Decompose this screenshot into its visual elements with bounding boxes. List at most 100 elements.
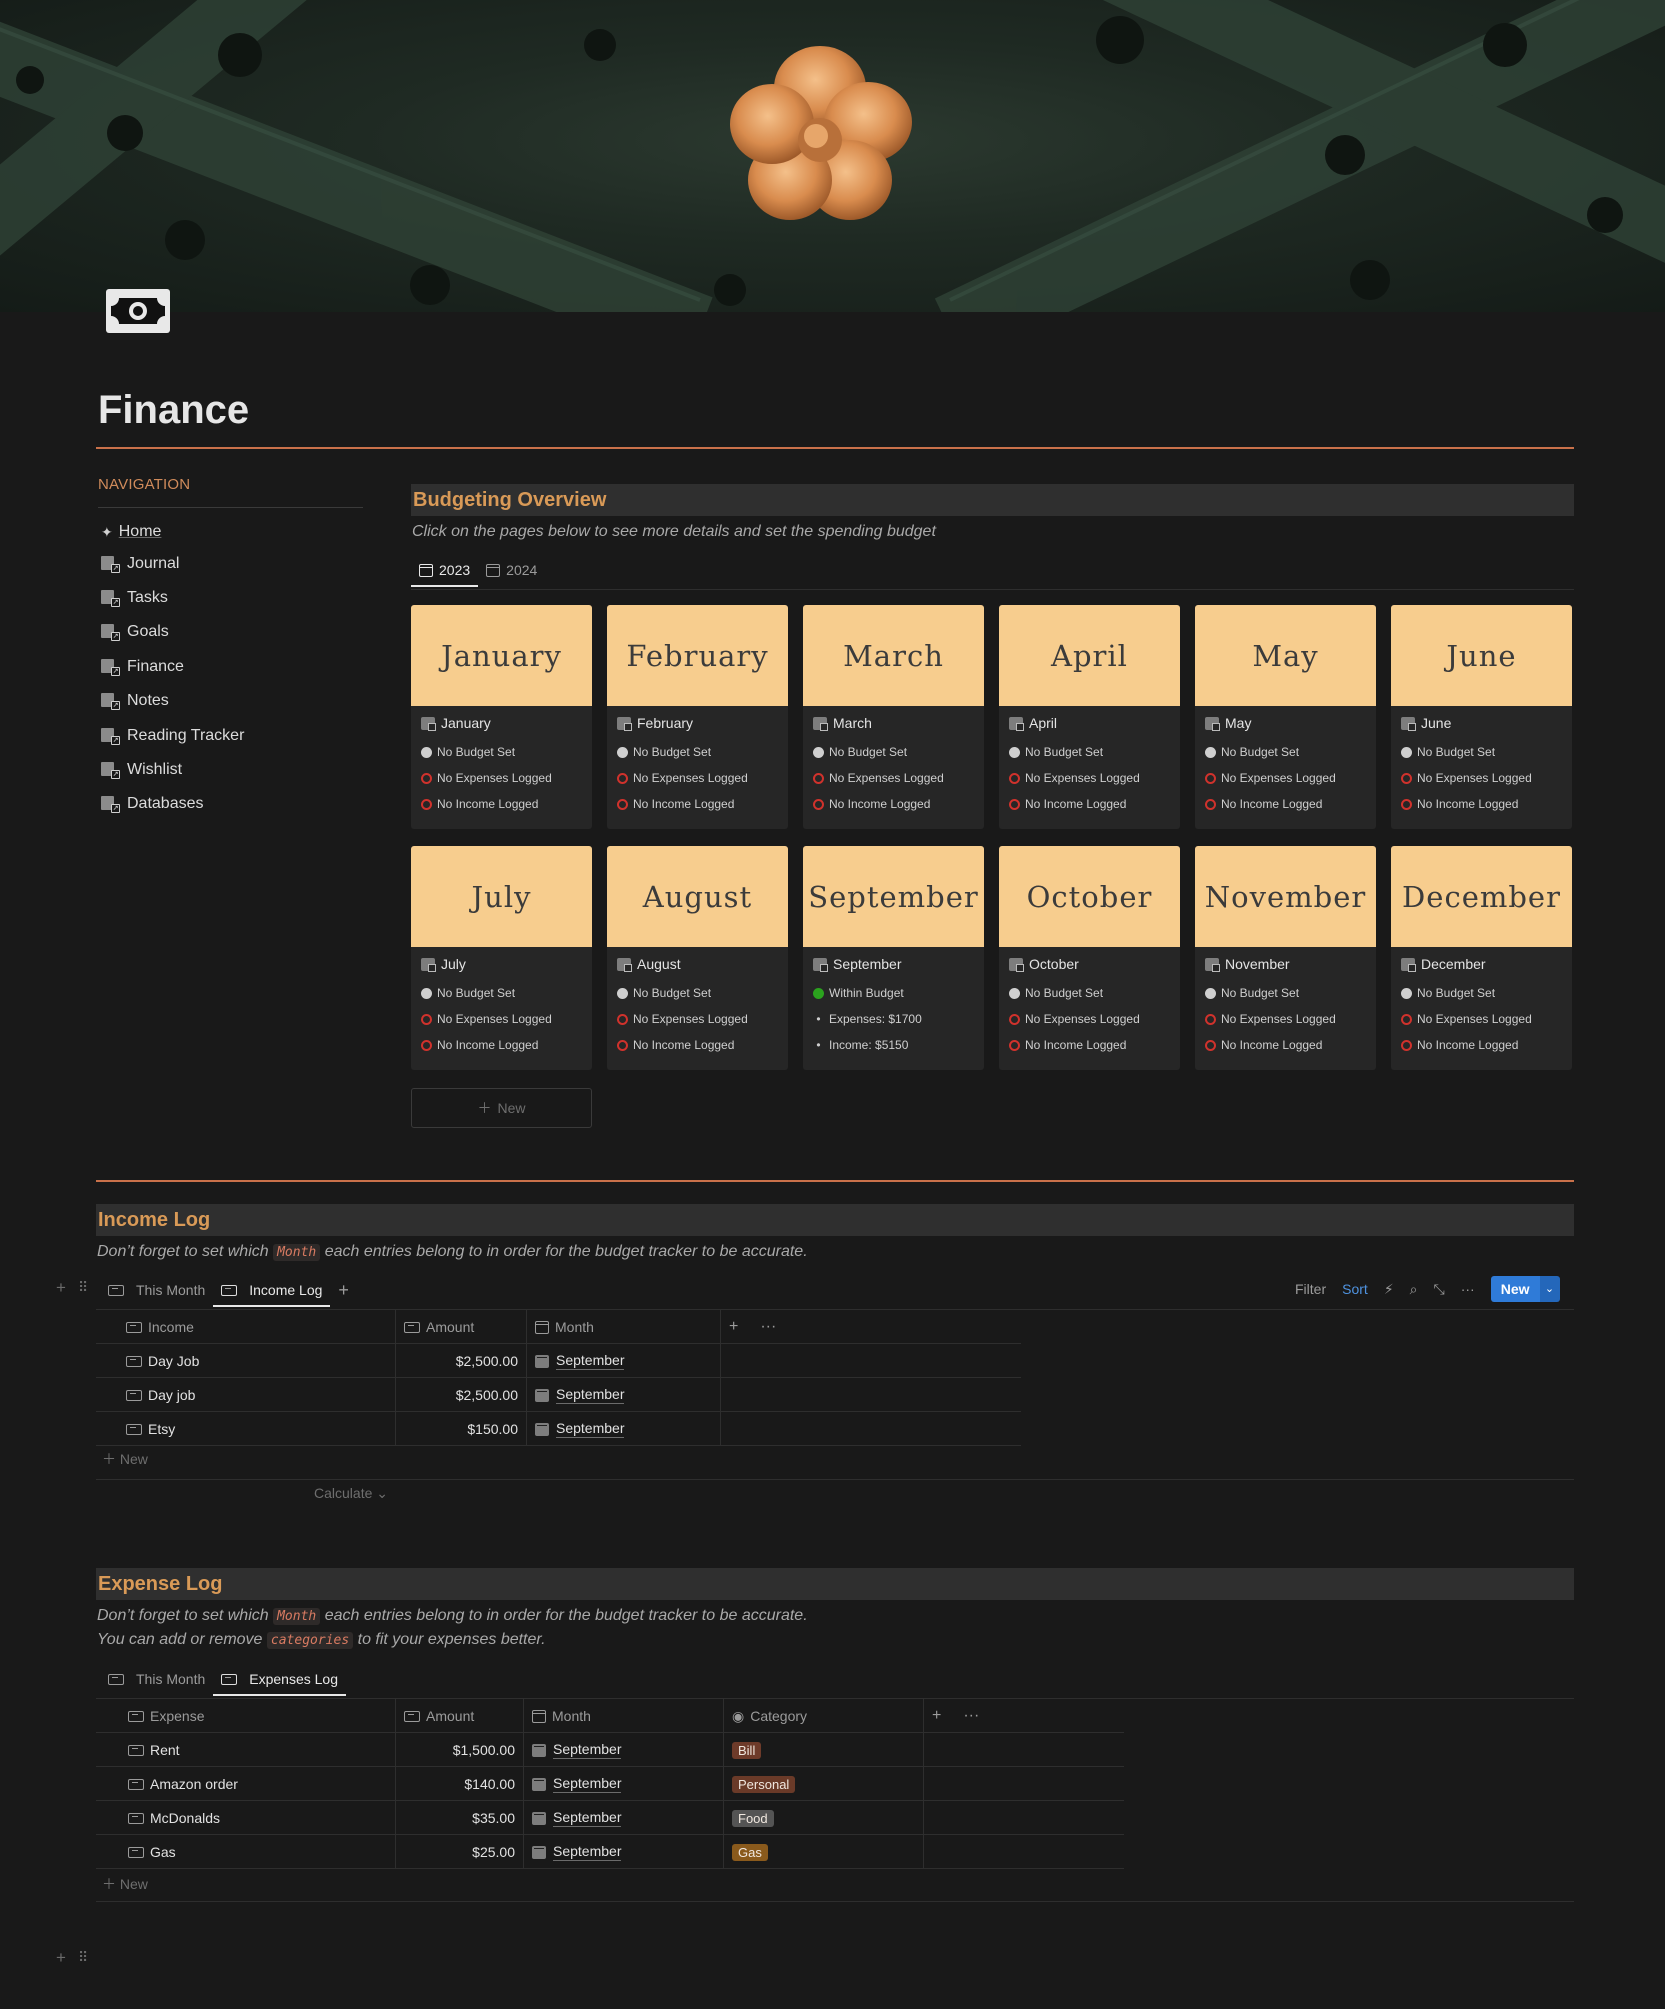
- month-cell[interactable]: September: [527, 1378, 721, 1412]
- month-card[interactable]: February February No Budget Set No Expenses…: [607, 605, 788, 829]
- column-amount[interactable]: Amount: [396, 1310, 527, 1344]
- expense-name-cell[interactable]: McDonalds: [96, 1801, 396, 1835]
- table-row[interactable]: Amazon order $140.00 September Personal: [96, 1767, 1124, 1801]
- nav-item-tasks[interactable]: ↗ Tasks: [101, 587, 168, 609]
- nav-item-notes[interactable]: ↗ Notes: [101, 690, 169, 712]
- month-card[interactable]: October October No Budget Set No Expenses L…: [999, 846, 1180, 1070]
- more-icon[interactable]: ···: [760, 1318, 776, 1336]
- note-text: each entries belong to in order for the …: [324, 1607, 808, 1624]
- amount-cell[interactable]: $140.00: [396, 1767, 524, 1801]
- more-icon[interactable]: ···: [1461, 1281, 1475, 1297]
- new-row-button[interactable]: ＋ New: [102, 1449, 148, 1469]
- new-entry-button[interactable]: New ⌄: [1490, 1276, 1560, 1302]
- tab-this-month[interactable]: This Month: [100, 1275, 213, 1305]
- nav-item-finance[interactable]: ↗ Finance: [101, 656, 184, 678]
- month-card[interactable]: November November No Budget Set No Expenses…: [1195, 846, 1376, 1070]
- amount-cell[interactable]: $2,500.00: [396, 1344, 527, 1378]
- expense-name-cell[interactable]: Gas: [96, 1835, 396, 1869]
- page-link-icon: [532, 1845, 546, 1859]
- filter-button[interactable]: Filter: [1295, 1281, 1326, 1297]
- expense-name-cell[interactable]: Rent: [96, 1733, 396, 1767]
- nav-item-goals[interactable]: ↗ Goals: [101, 621, 169, 643]
- category-cell[interactable]: Gas: [724, 1835, 924, 1869]
- month-link[interactable]: September: [553, 1809, 622, 1827]
- income-status: No Income Logged: [421, 791, 582, 817]
- month-card[interactable]: December December No Budget Set No Expenses…: [1391, 846, 1572, 1070]
- nav-item-journal[interactable]: ↗ Journal: [101, 553, 179, 575]
- table-row[interactable]: Day Job $2,500.00 September: [96, 1344, 1021, 1378]
- column-month[interactable]: Month: [527, 1310, 721, 1344]
- add-column-icon[interactable]: +: [729, 1318, 738, 1336]
- divider: [98, 507, 363, 508]
- table-row[interactable]: Day job $2,500.00 September: [96, 1378, 1021, 1412]
- column-amount[interactable]: Amount: [396, 1699, 524, 1733]
- status-dot-icon: [1205, 746, 1216, 758]
- month-card[interactable]: September September Within Budget • Expenses…: [803, 846, 984, 1070]
- month-link[interactable]: September: [556, 1386, 625, 1404]
- amount-cell[interactable]: $1,500.00: [396, 1733, 524, 1767]
- add-block-icon[interactable]: +: [56, 1278, 66, 1298]
- column-income[interactable]: Income: [96, 1310, 396, 1344]
- month-cell[interactable]: September: [527, 1344, 721, 1378]
- add-block-icon[interactable]: +: [56, 1948, 66, 1968]
- month-card[interactable]: May May No Budget Set No Expenses Logged No …: [1195, 605, 1376, 829]
- category-cell[interactable]: Bill: [724, 1733, 924, 1767]
- table-row[interactable]: Rent $1,500.00 September Bill: [96, 1733, 1124, 1767]
- month-card[interactable]: June June No Budget Set No Expenses Logged N…: [1391, 605, 1572, 829]
- add-view-button[interactable]: +: [330, 1275, 357, 1305]
- month-cell[interactable]: September: [524, 1767, 724, 1801]
- month-card[interactable]: July July No Budget Set No Expenses Logged N…: [411, 846, 592, 1070]
- chevron-down-icon[interactable]: ⌄: [1539, 1276, 1560, 1302]
- tab-expenses-log[interactable]: Expenses Log: [213, 1664, 346, 1696]
- table-row[interactable]: Etsy $150.00 September: [96, 1412, 1021, 1446]
- tab-this-month[interactable]: This Month: [100, 1664, 213, 1694]
- month-cell[interactable]: September: [524, 1801, 724, 1835]
- month-card[interactable]: April April No Budget Set No Expenses Logge…: [999, 605, 1180, 829]
- tab-2023[interactable]: 2023: [411, 555, 479, 587]
- nav-item-home[interactable]: ✦ Home: [101, 521, 161, 543]
- table-row[interactable]: McDonalds $35.00 September Food: [96, 1801, 1124, 1835]
- month-link[interactable]: September: [553, 1775, 622, 1793]
- month-card[interactable]: March March No Budget Set No Expenses Logge…: [803, 605, 984, 829]
- amount-cell[interactable]: $25.00: [396, 1835, 524, 1869]
- lightning-icon[interactable]: ⚡: [1384, 1281, 1394, 1298]
- expense-name-cell[interactable]: Amazon order: [96, 1767, 396, 1801]
- category-cell[interactable]: Personal: [724, 1767, 924, 1801]
- income-name-cell[interactable]: Day Job: [96, 1344, 396, 1378]
- column-expense[interactable]: Expense: [96, 1699, 396, 1733]
- column-category[interactable]: ◉ Category: [724, 1699, 924, 1733]
- add-column-icon[interactable]: +: [932, 1707, 941, 1725]
- month-cell[interactable]: September: [524, 1835, 724, 1869]
- income-name-cell[interactable]: Day job: [96, 1378, 396, 1412]
- month-link[interactable]: September: [553, 1843, 622, 1861]
- column-month[interactable]: Month: [524, 1699, 724, 1733]
- nav-item-reading-tracker[interactable]: ↗ Reading Tracker: [101, 725, 244, 747]
- amount-cell[interactable]: $2,500.00: [396, 1378, 527, 1412]
- amount-cell[interactable]: $150.00: [396, 1412, 527, 1446]
- month-cell[interactable]: September: [524, 1733, 724, 1767]
- month-link[interactable]: September: [556, 1420, 625, 1438]
- table-row[interactable]: Gas $25.00 September Gas: [96, 1835, 1124, 1869]
- nav-item-databases[interactable]: ↗ Databases: [101, 793, 204, 815]
- drag-handle-icon[interactable]: ⠿: [78, 1279, 88, 1296]
- month-card[interactable]: January January No Budget Set No Expenses L…: [411, 605, 592, 829]
- search-icon[interactable]: ⌕: [1410, 1281, 1418, 1298]
- drag-handle-icon[interactable]: ⠿: [78, 1949, 88, 1966]
- new-row-button[interactable]: ＋ New: [102, 1874, 148, 1894]
- calculate-button[interactable]: Calculate ⌄: [314, 1485, 388, 1502]
- cash-icon[interactable]: [106, 289, 170, 333]
- category-cell[interactable]: Food: [724, 1801, 924, 1835]
- new-month-button[interactable]: ＋ New: [411, 1088, 592, 1128]
- tab-2024[interactable]: 2024: [478, 555, 545, 585]
- sort-button[interactable]: Sort: [1342, 1281, 1368, 1297]
- month-link[interactable]: September: [553, 1741, 622, 1759]
- more-icon[interactable]: ···: [963, 1707, 979, 1725]
- month-link[interactable]: September: [556, 1352, 625, 1370]
- tab-income-log[interactable]: Income Log: [213, 1275, 331, 1307]
- income-name-cell[interactable]: Etsy: [96, 1412, 396, 1446]
- amount-cell[interactable]: $35.00: [396, 1801, 524, 1835]
- month-card[interactable]: August August No Budget Set No Expenses Log…: [607, 846, 788, 1070]
- nav-item-wishlist[interactable]: ↗ Wishlist: [101, 759, 182, 781]
- expand-icon[interactable]: ⤡: [1434, 1281, 1445, 1298]
- month-cell[interactable]: September: [527, 1412, 721, 1446]
